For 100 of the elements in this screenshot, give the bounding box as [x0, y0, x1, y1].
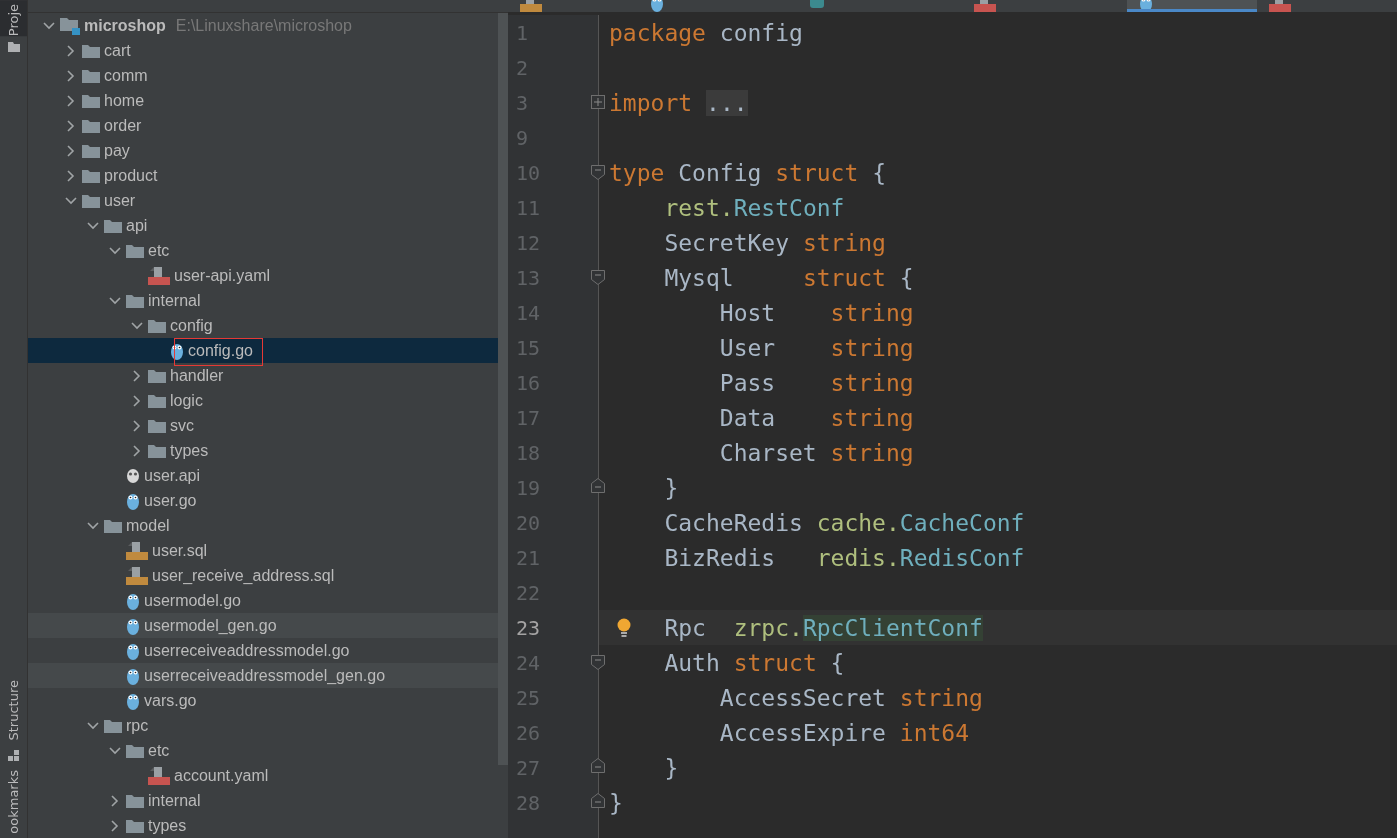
- tree-item[interactable]: types: [28, 813, 498, 838]
- code-token: rest.: [664, 194, 734, 221]
- tree-item[interactable]: model: [28, 513, 498, 538]
- gopher-icon: [126, 616, 140, 635]
- code-token: type: [609, 159, 665, 186]
- tree-item[interactable]: cart: [28, 38, 498, 63]
- sql-file-icon: [126, 541, 148, 560]
- code-token: AccessSecret: [719, 684, 887, 711]
- gopher-icon: [126, 641, 140, 660]
- code-token: string: [830, 299, 914, 326]
- folder-icon: [126, 818, 144, 833]
- folder-icon: [7, 42, 20, 53]
- tree-item[interactable]: comm: [28, 63, 498, 88]
- tree-item[interactable]: usermodel_gen.go: [28, 613, 498, 638]
- tree-item[interactable]: rpc: [28, 713, 498, 738]
- folder-icon: [82, 118, 100, 133]
- tree-item[interactable]: home: [28, 88, 498, 113]
- tree-item[interactable]: types: [28, 438, 498, 463]
- folder-icon: [148, 443, 166, 458]
- fold-marker-icon[interactable]: [591, 270, 605, 285]
- tree-item[interactable]: microshop E:\Linuxshare\microshop: [28, 13, 498, 38]
- folder-icon: [126, 793, 144, 808]
- tree-item[interactable]: internal: [28, 288, 498, 313]
- folder-icon: [104, 218, 122, 233]
- code-token: zrpc.: [733, 614, 803, 641]
- code-token: CacheConf: [899, 509, 1025, 536]
- folder-icon: [104, 718, 122, 733]
- tree-item[interactable]: order: [28, 113, 498, 138]
- folder-icon: [82, 168, 100, 183]
- code-token: config: [719, 19, 803, 46]
- code-token: Data: [719, 404, 777, 431]
- code-token: string: [830, 404, 914, 431]
- folder-icon: [148, 393, 166, 408]
- code-token: import: [609, 89, 693, 116]
- lightbulb-icon[interactable]: [617, 617, 631, 638]
- tree-item[interactable]: user.api: [28, 463, 498, 488]
- tree-item[interactable]: account.yaml: [28, 763, 498, 788]
- code-token: string: [899, 684, 983, 711]
- folder-icon: [126, 243, 144, 258]
- fold-marker-icon[interactable]: [591, 793, 605, 808]
- tree-item[interactable]: etc: [28, 738, 498, 763]
- tree-item[interactable]: userreceiveaddressmodel_gen.go: [28, 663, 498, 688]
- tree-item[interactable]: userreceiveaddressmodel.go: [28, 638, 498, 663]
- code-token: }: [609, 789, 623, 816]
- code-token: }: [664, 754, 679, 781]
- gopher-icon: [126, 666, 140, 685]
- tree-item[interactable]: usermodel.go: [28, 588, 498, 613]
- code-token: int64: [899, 719, 970, 746]
- code-token: User: [719, 334, 777, 361]
- tree-item[interactable]: svc: [28, 413, 498, 438]
- code-token: Pass: [719, 369, 777, 396]
- scrollbar[interactable]: [498, 13, 508, 765]
- gopher-icon: [126, 491, 140, 510]
- tree-item[interactable]: vars.go: [28, 688, 498, 713]
- tree-item[interactable]: user: [28, 188, 498, 213]
- code-token: Config: [678, 159, 763, 186]
- code-token: struct: [802, 264, 886, 291]
- code-token: package: [609, 19, 706, 46]
- tree-item[interactable]: product: [28, 163, 498, 188]
- gopher-icon: [126, 591, 140, 610]
- tree-item[interactable]: config.go: [28, 338, 498, 363]
- tree-item[interactable]: api: [28, 213, 498, 238]
- code-token: string: [830, 369, 914, 396]
- code-token: {: [872, 159, 886, 186]
- tree-item[interactable]: user-api.yaml: [28, 263, 498, 288]
- tree-item[interactable]: handler: [28, 363, 498, 388]
- code-token: RedisConf: [899, 544, 1025, 571]
- tool-window-tab[interactable]: Proje: [0, 0, 27, 37]
- tree-item[interactable]: logic: [28, 388, 498, 413]
- tree-item[interactable]: user_receive_address.sql: [28, 563, 498, 588]
- code-token: string: [830, 334, 914, 361]
- folder-icon: [82, 43, 100, 58]
- code-token: }: [664, 474, 679, 501]
- fold-marker-icon[interactable]: [591, 478, 605, 493]
- folder-icon: [148, 368, 166, 383]
- tree-item[interactable]: internal: [28, 788, 498, 813]
- tree-item[interactable]: etc: [28, 238, 498, 263]
- code-token: {: [899, 264, 914, 291]
- editor-tab[interactable]: [1127, 0, 1258, 12]
- fold-marker-icon[interactable]: [591, 655, 605, 670]
- folder-icon: [126, 743, 144, 758]
- code-token: struct: [733, 649, 817, 676]
- module-folder-icon: [60, 16, 80, 35]
- tree-item[interactable]: user.sql: [28, 538, 498, 563]
- tool-window-tab[interactable]: ookmarks: [0, 770, 27, 838]
- tree-item[interactable]: config: [28, 313, 498, 338]
- code-token: Auth: [664, 649, 721, 676]
- code-token: CacheRedis: [664, 509, 804, 536]
- code-token: ...: [706, 89, 748, 116]
- tree-item[interactable]: pay: [28, 138, 498, 163]
- tool-window-tab[interactable]: Structure: [0, 675, 27, 745]
- fold-marker-icon[interactable]: [591, 758, 605, 773]
- code-token: cache.: [816, 509, 900, 536]
- sql-file-icon: [126, 566, 148, 585]
- fold-marker-icon[interactable]: [591, 165, 605, 180]
- tree-item[interactable]: user.go: [28, 488, 498, 513]
- expand-icon[interactable]: [591, 95, 605, 110]
- folder-icon: [148, 318, 166, 333]
- yaml-file-icon: [148, 266, 170, 285]
- folder-icon: [126, 293, 144, 308]
